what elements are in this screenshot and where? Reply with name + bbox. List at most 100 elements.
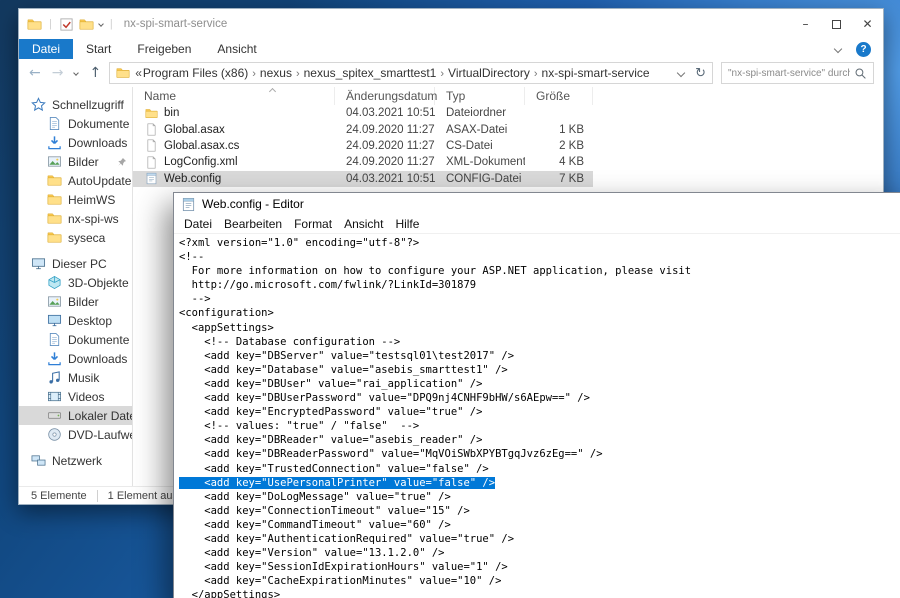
search-icon[interactable] — [854, 67, 867, 80]
ribbon-tab-start[interactable]: Start — [73, 39, 124, 59]
column-header-row: NameÄnderungsdatumTypGröße — [133, 87, 883, 105]
search-input[interactable] — [728, 68, 850, 79]
column-header-typ[interactable]: Typ — [435, 87, 525, 105]
pin-icon — [117, 157, 127, 167]
config-line: <add key="DBUserPassword" value="DPQ9nj4… — [179, 391, 900, 405]
sidebar-item-label: syseca — [68, 231, 105, 245]
sidebar-item-label: Videos — [68, 390, 104, 404]
ribbon-tab-ansicht[interactable]: Ansicht — [204, 39, 269, 59]
sidebar-item-dvd-laufwerk-d-s[interactable]: DVD-Laufwerk (D:) S — [19, 425, 132, 444]
sidebar-item-label: Downloads — [68, 136, 127, 150]
refresh-icon[interactable]: ↻ — [695, 66, 706, 81]
file-name: Web.config — [164, 173, 221, 185]
file-row-bin[interactable]: bin04.03.2021 10:51Dateiordner — [133, 105, 593, 121]
highlighted-config-line: <add key="UsePersonalPrinter" value="fal… — [179, 476, 900, 490]
sidebar-item-dieser-pc[interactable]: Dieser PC — [19, 254, 132, 273]
properties-checkbox-icon[interactable] — [59, 17, 74, 32]
breadcrumb-separator-icon: › — [293, 68, 303, 80]
back-icon[interactable]: ← — [29, 65, 41, 81]
breadcrumb-item-nexus-spitex-smarttest1[interactable]: nexus_spitex_smarttest1 — [303, 66, 438, 80]
breadcrumb-item-nexus[interactable]: nexus — [259, 66, 293, 80]
sidebar-item-schnellzugriff[interactable]: Schnellzugriff — [19, 95, 132, 114]
sidebar-item-label: Lokaler Datenträger — [68, 409, 132, 423]
sidebar-item-bilder[interactable]: Bilder — [19, 292, 132, 311]
file-icon — [145, 172, 158, 185]
sidebar-item-label: Schnellzugriff — [52, 98, 124, 112]
file-type: CONFIG-Datei — [435, 173, 525, 185]
sidebar-item-dokumente[interactable]: Dokumente — [19, 330, 132, 349]
sidebar-item-label: Bilder — [68, 155, 99, 169]
sidebar-item-label: Desktop — [68, 314, 112, 328]
breadcrumb-item-program-files-x86[interactable]: Program Files (x86) — [142, 66, 249, 80]
notepad-text-area[interactable]: <?xml version="1.0" encoding="utf-8"?><!… — [174, 234, 900, 598]
breadcrumb-overflow-icon[interactable]: « — [135, 66, 142, 80]
file-icon — [145, 156, 158, 169]
menu-bearbeiten[interactable]: Bearbeiten — [218, 217, 288, 231]
maximize-button[interactable] — [821, 9, 852, 39]
ribbon-tab-freigeben[interactable]: Freigeben — [124, 39, 204, 59]
sidebar-item-downloads[interactable]: Downloads — [19, 133, 132, 152]
search-box[interactable] — [721, 62, 874, 84]
sidebar-item-syseca[interactable]: syseca — [19, 228, 132, 247]
close-button[interactable]: ✕ — [852, 9, 883, 39]
ribbon-expand-icon[interactable] — [834, 45, 842, 53]
sidebar-item-nx-spi-ws[interactable]: nx-spi-ws — [19, 209, 132, 228]
config-line: http://go.microsoft.com/fwlink/?LinkId=3… — [179, 278, 900, 292]
address-dropdown-icon[interactable] — [677, 69, 685, 77]
config-line: <add key="SessionIdExpirationHours" valu… — [179, 560, 900, 574]
column-header-nderungsdatum[interactable]: Änderungsdatum — [335, 87, 435, 105]
file-row-global-asax[interactable]: Global.asax24.09.2020 11:27ASAX-Datei1 K… — [133, 121, 593, 137]
file-name: Global.asax — [164, 124, 225, 136]
menu-hilfe[interactable]: Hilfe — [389, 217, 425, 231]
file-type: XML-Dokument — [435, 156, 525, 168]
sidebar-item-label: AutoUpdater — [68, 174, 132, 188]
sidebar-item-bilder[interactable]: Bilder — [19, 152, 132, 171]
sidebar-item-downloads[interactable]: Downloads — [19, 349, 132, 368]
sidebar-item-label: Netzwerk — [52, 454, 102, 468]
ribbon-tab-bar: DateiStartFreigebenAnsicht? — [19, 39, 883, 59]
sidebar-item-label: nx-spi-ws — [68, 212, 119, 226]
column-header-name[interactable]: Name — [133, 87, 335, 105]
titlebar-separator: | — [47, 18, 54, 30]
sidebar-item-videos[interactable]: Videos — [19, 387, 132, 406]
sidebar-item-heimws[interactable]: HeimWS — [19, 190, 132, 209]
explorer-titlebar[interactable]: | | nx-spi-smart-service – ✕ — [19, 9, 883, 39]
config-line: <add key="DBServer" value="testsql01\tes… — [179, 349, 900, 363]
file-row-global-asax-cs[interactable]: Global.asax.cs24.09.2020 11:27CS-Datei2 … — [133, 138, 593, 154]
folder-icon — [47, 192, 62, 207]
quick-access-toolbar-dropdown-icon[interactable] — [98, 21, 104, 27]
up-icon[interactable]: ↑ — [89, 65, 101, 81]
address-bar[interactable]: «Program Files (x86)›nexus›nexus_spitex_… — [109, 62, 713, 84]
sidebar-item-dokumente[interactable]: Dokumente — [19, 114, 132, 133]
file-date: 24.09.2020 11:27 — [335, 124, 435, 136]
column-header-gr-e[interactable]: Größe — [525, 87, 593, 105]
sidebar-item-musik[interactable]: Musik — [19, 368, 132, 387]
file-row-logconfig-xml[interactable]: LogConfig.xml24.09.2020 11:27XML-Dokumen… — [133, 154, 593, 170]
config-line: <!-- Database configuration --> — [179, 335, 900, 349]
menu-format[interactable]: Format — [288, 217, 338, 231]
explorer-app-icon[interactable] — [27, 17, 42, 32]
file-size: 1 KB — [525, 124, 593, 136]
notepad-titlebar[interactable]: Web.config - Editor — [174, 193, 900, 215]
ribbon-tab-datei[interactable]: Datei — [19, 39, 73, 59]
help-icon[interactable]: ? — [856, 42, 871, 57]
forward-icon[interactable]: → — [52, 65, 64, 81]
new-folder-icon[interactable] — [79, 17, 94, 32]
sidebar-item-desktop[interactable]: Desktop — [19, 311, 132, 330]
minimize-button[interactable]: – — [790, 9, 821, 39]
file-icon — [145, 123, 158, 136]
breadcrumb-item-virtualdirectory[interactable]: VirtualDirectory — [447, 66, 531, 80]
sidebar-item-lokaler-datentr-ger[interactable]: Lokaler Datenträger — [19, 406, 132, 425]
navigation-pane: SchnellzugriffDokumenteDownloadsBilderAu… — [19, 87, 133, 488]
sidebar-item-autoupdater[interactable]: AutoUpdater — [19, 171, 132, 190]
menu-datei[interactable]: Datei — [178, 217, 218, 231]
file-row-web-config[interactable]: Web.config04.03.2021 10:51CONFIG-Datei7 … — [133, 171, 593, 187]
recent-locations-dropdown-icon[interactable] — [74, 70, 80, 76]
config-line: <add key="EncryptedPassword" value="true… — [179, 405, 900, 419]
folder-icon — [145, 107, 158, 120]
menu-ansicht[interactable]: Ansicht — [338, 217, 389, 231]
sidebar-item-3d-objekte[interactable]: 3D-Objekte — [19, 273, 132, 292]
sidebar-item-netzwerk[interactable]: Netzwerk — [19, 451, 132, 470]
drive-icon — [47, 408, 62, 423]
breadcrumb-item-nx-spi-smart-service[interactable]: nx-spi-smart-service — [541, 66, 651, 80]
